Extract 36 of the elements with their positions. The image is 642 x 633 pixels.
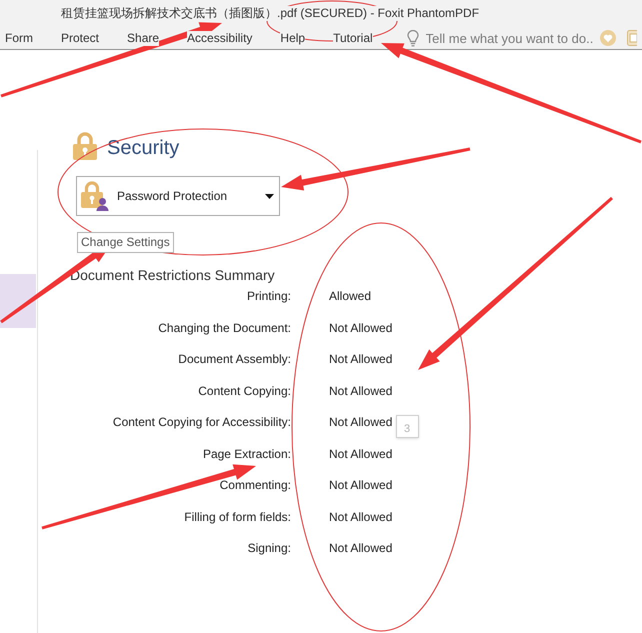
padlock-icon	[73, 132, 97, 160]
menu-tab[interactable]: Share	[127, 30, 160, 46]
restriction-label: Filling of form fields:	[184, 510, 291, 525]
menu-tab[interactable]: Tutorial	[333, 30, 373, 46]
menu-tab[interactable]: Help	[280, 30, 306, 46]
padlock-user-icon	[81, 181, 109, 211]
restriction-label: Changing the Document:	[158, 320, 291, 336]
restriction-label: Content Copying:	[198, 384, 291, 399]
change-settings-button[interactable]: Change Settings	[77, 232, 174, 252]
restriction-value: Not Allowed	[329, 478, 392, 494]
tile-icon[interactable]	[626, 30, 637, 46]
restriction-value: Allowed	[329, 289, 372, 304]
menu-tab[interactable]: Protect	[61, 30, 100, 46]
restriction-label: Page Extraction:	[202, 446, 291, 462]
search-field[interactable]: Tell me what you want to do..	[426, 28, 596, 48]
lightbulb-icon	[406, 30, 419, 46]
window-title: 租赁挂篮现场拆解技术交底书（插图版）.pdf (SECURED) - Foxit PhantomPDF	[61, 6, 480, 21]
restriction-value: Not Allowed	[329, 352, 392, 368]
restriction-value: Not Allowed	[329, 384, 392, 399]
restriction-value: Not Allowed	[329, 320, 392, 336]
restriction-value: Not Allowed	[329, 541, 392, 556]
sidebar-highlight	[0, 274, 36, 328]
caret-icon	[265, 194, 274, 198]
restriction-value: Not Allowed	[329, 415, 392, 430]
restriction-label: Commenting:	[220, 478, 291, 494]
menu-tab[interactable]: Accessibility	[187, 30, 252, 46]
restriction-label: Document Assembly:	[178, 352, 291, 368]
restriction-label: Printing:	[246, 289, 291, 304]
menu-tab[interactable]: Form	[5, 30, 33, 46]
security-heading: Security	[107, 136, 180, 160]
page-number-tooltip: 3	[396, 415, 419, 438]
protection-dropdown[interactable]: Password Protection	[76, 176, 280, 216]
restriction-label: Content Copying for Accessibility:	[112, 415, 291, 430]
restriction-value: Not Allowed	[329, 446, 392, 462]
restriction-label: Signing:	[248, 541, 291, 556]
restriction-value: Not Allowed	[329, 510, 392, 525]
